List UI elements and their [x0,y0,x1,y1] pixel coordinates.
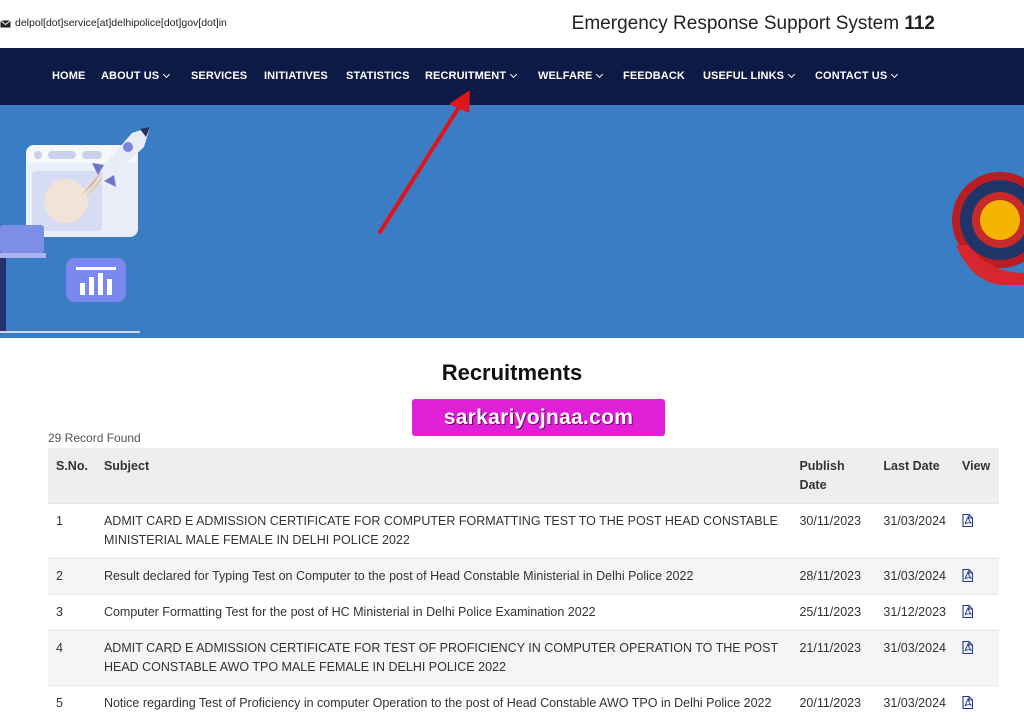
cell-last-date: 31/03/2024 [875,685,954,721]
nav-services[interactable]: SERVICES [191,70,247,82]
cell-sno: 3 [48,594,96,631]
nav-feedback-label: FEEDBACK [623,70,685,82]
nav-initiatives-label: INITIATIVES [264,70,328,82]
cell-subject[interactable]: Result declared for Typing Test on Compu… [95,558,792,595]
cell-sno: 2 [48,558,96,595]
pdf-icon[interactable] [962,513,974,533]
contact-email[interactable]: delpol[dot]service[at]delhipolice[dot]go… [0,17,227,29]
contact-email-text: delpol[dot]service[at]delhipolice[dot]go… [15,17,227,29]
cell-view [953,558,999,595]
nav-contact-us[interactable]: CONTACT US [815,70,899,82]
header-view: View [953,448,999,504]
cell-subject[interactable]: ADMIT CARD E ADMISSION CERTIFICATE FOR T… [95,630,792,686]
cell-last-date: 31/03/2024 [875,558,954,595]
delhi-police-emblem [952,172,1024,285]
laptop-illustration [0,225,46,333]
nav-feedback[interactable]: FEEDBACK [623,70,685,82]
nav-contact-us-label: CONTACT US [815,70,888,82]
cell-view [953,685,999,721]
table-row: 3 Computer Formatting Test for the post … [48,594,999,631]
page-title: Recruitments [441,360,583,385]
nav-welfare-label: WELFARE [538,70,593,82]
cell-subject[interactable]: Notice regarding Test of Proficiency in … [95,685,792,721]
nav-home-label: HOME [52,70,86,82]
table-row: 4 ADMIT CARD E ADMISSION CERTIFICATE FOR… [48,630,999,686]
table-row: 2 Result declared for Typing Test on Com… [48,558,999,595]
banner-illustration [0,127,1024,333]
table-row: 5 Notice regarding Test of Proficiency i… [48,685,999,721]
header-last-date: Last Date [875,448,954,504]
chevron-down-icon [163,70,171,79]
cell-subject[interactable]: ADMIT CARD E ADMISSION CERTIFICATE FOR C… [95,503,792,559]
hero-banner [0,105,1024,338]
ers-text: Emergency Response Support System [571,13,900,34]
nav-about-us[interactable]: ABOUT US [101,70,171,82]
bar-chart-illustration [66,258,126,302]
chevron-down-icon [788,70,796,79]
nav-statistics-label: STATISTICS [346,70,410,82]
nav-services-label: SERVICES [191,70,248,82]
cell-last-date: 31/03/2024 [875,630,954,686]
cell-sno: 5 [48,685,96,721]
cell-view [953,630,999,686]
pdf-icon[interactable] [962,604,974,624]
nav-home[interactable]: HOME [52,70,85,82]
header-subject: Subject [95,448,792,504]
cell-view [953,503,999,559]
header-sno: S.No. [48,448,96,504]
cell-sno: 4 [48,630,96,686]
pdf-icon[interactable] [962,695,974,715]
cell-view [953,594,999,631]
nav-recruitment-label: RECRUITMENT [425,70,507,82]
mail-icon [0,19,11,28]
cell-sno: 1 [48,503,96,559]
ers-heading: Emergency Response Support System 112 [572,13,935,35]
header-publish-date: Publish Date [791,448,876,504]
chevron-down-icon [891,70,899,79]
chevron-down-icon [510,70,518,79]
floor-line [0,331,140,333]
ers-number: 112 [904,13,935,34]
pdf-icon[interactable] [962,568,974,588]
nav-about-us-label: ABOUT US [101,70,160,82]
nav-initiatives[interactable]: INITIATIVES [264,70,328,82]
nav-useful-links-label: USEFUL LINKS [703,70,785,82]
table-header-row: S.No. Subject Publish Date Last Date Vie… [48,448,999,504]
record-count: 29 Record Found [48,431,141,445]
table-row: 1 ADMIT CARD E ADMISSION CERTIFICATE FOR… [48,503,999,559]
cell-publish-date: 30/11/2023 [791,503,876,559]
cell-publish-date: 28/11/2023 [791,558,876,595]
cell-publish-date: 21/11/2023 [791,630,876,686]
cell-publish-date: 25/11/2023 [791,594,876,631]
nav-useful-links[interactable]: USEFUL LINKS [703,70,796,82]
nav-statistics[interactable]: STATISTICS [346,70,410,82]
recruitment-table: S.No. Subject Publish Date Last Date Vie… [48,448,999,721]
cell-last-date: 31/12/2023 [875,594,954,631]
pdf-icon[interactable] [962,640,974,660]
main-navigation: HOME ABOUT US SERVICES INITIATIVES STATI… [0,48,1024,105]
top-bar: delpol[dot]service[at]delhipolice[dot]go… [0,0,1024,48]
cell-publish-date: 20/11/2023 [791,685,876,721]
cell-last-date: 31/03/2024 [875,503,954,559]
cell-subject[interactable]: Computer Formatting Test for the post of… [95,594,792,631]
watermark-badge: sarkariyojnaa.com [412,399,665,436]
nav-recruitment[interactable]: RECRUITMENT [425,70,518,82]
nav-welfare[interactable]: WELFARE [538,70,604,82]
chevron-down-icon [596,70,604,79]
